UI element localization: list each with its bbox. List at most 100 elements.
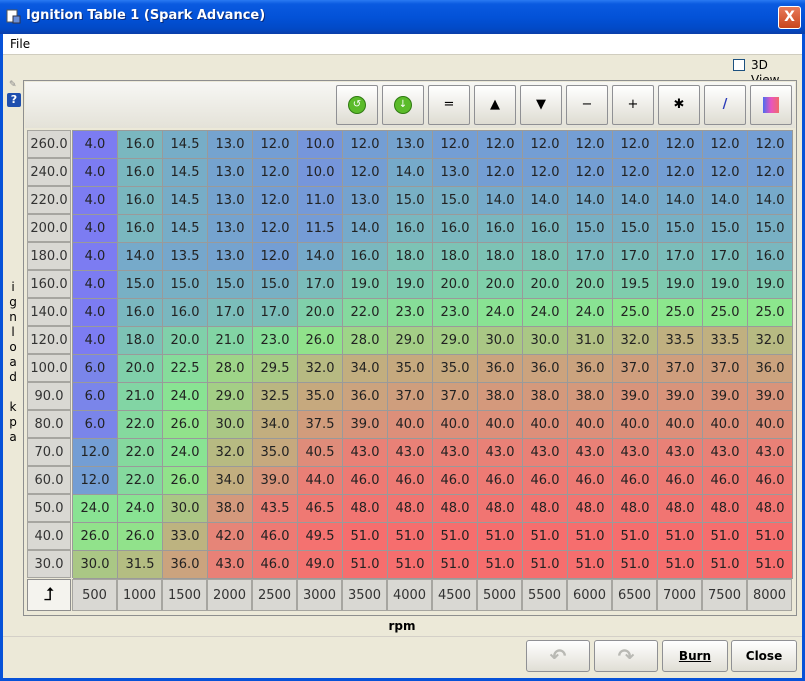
column-header[interactable]: 1500 (162, 579, 207, 611)
table-cell[interactable]: 46.5 (298, 495, 343, 523)
table-cell[interactable]: 35.0 (388, 355, 433, 383)
table-cell[interactable]: 17.0 (298, 271, 343, 299)
table-cell[interactable]: 4.0 (73, 327, 118, 355)
table-cell[interactable]: 48.0 (658, 495, 703, 523)
table-cell[interactable]: 48.0 (478, 495, 523, 523)
column-header[interactable]: 7500 (702, 579, 747, 611)
table-cell[interactable]: 13.0 (208, 215, 253, 243)
table-cell[interactable]: 43.0 (343, 439, 388, 467)
column-header[interactable]: 1000 (117, 579, 162, 611)
table-cell[interactable]: 11.5 (298, 215, 343, 243)
table-cell[interactable]: 31.5 (118, 551, 163, 579)
table-cell[interactable]: 12.0 (253, 159, 298, 187)
table-cell[interactable]: 23.0 (388, 299, 433, 327)
table-cell[interactable]: 19.0 (343, 271, 388, 299)
column-header[interactable]: 8000 (747, 579, 792, 611)
table-cell[interactable]: 40.0 (568, 411, 613, 439)
table-cell[interactable]: 18.0 (118, 327, 163, 355)
table-cell[interactable]: 23.0 (433, 299, 478, 327)
table-cell[interactable]: 43.0 (703, 439, 748, 467)
table-cell[interactable]: 30.0 (208, 411, 253, 439)
table-cell[interactable]: 13.0 (208, 159, 253, 187)
table-cell[interactable]: 37.0 (388, 383, 433, 411)
table-cell[interactable]: 22.0 (118, 467, 163, 495)
table-cell[interactable]: 15.0 (163, 271, 208, 299)
table-cell[interactable]: 39.0 (703, 383, 748, 411)
table-cell[interactable]: 20.0 (118, 355, 163, 383)
redo-green-button[interactable]: ↓ (382, 85, 424, 125)
table-cell[interactable]: 24.0 (478, 299, 523, 327)
multiply-button[interactable]: ✱ (658, 85, 700, 125)
table-cell[interactable]: 48.0 (388, 495, 433, 523)
table-cell[interactable]: 12.0 (478, 131, 523, 159)
table-cell[interactable]: 15.0 (568, 215, 613, 243)
row-header[interactable]: 80.0 (27, 410, 71, 438)
table-cell[interactable]: 22.0 (118, 439, 163, 467)
table-cell[interactable]: 51.0 (748, 523, 793, 551)
column-header[interactable]: 7000 (657, 579, 702, 611)
row-header[interactable]: 60.0 (27, 466, 71, 494)
color-shade-button[interactable] (750, 85, 792, 125)
table-cell[interactable]: 17.0 (703, 243, 748, 271)
table-cell[interactable]: 15.0 (658, 215, 703, 243)
undo-button[interactable]: ↶ (526, 640, 590, 672)
table-cell[interactable]: 16.0 (523, 215, 568, 243)
table-cell[interactable]: 33.5 (658, 327, 703, 355)
table-cell[interactable]: 22.5 (163, 355, 208, 383)
table-cell[interactable]: 32.0 (613, 327, 658, 355)
table-cell[interactable]: 13.0 (208, 243, 253, 271)
table-cell[interactable]: 18.0 (478, 243, 523, 271)
table-cell[interactable]: 17.0 (658, 243, 703, 271)
table-cell[interactable]: 12.0 (613, 159, 658, 187)
table-cell[interactable]: 46.0 (388, 467, 433, 495)
table-cell[interactable]: 18.0 (523, 243, 568, 271)
3d-view-toggle[interactable]: 3D View (733, 58, 799, 87)
table-cell[interactable]: 32.0 (208, 439, 253, 467)
row-header[interactable]: 100.0 (27, 354, 71, 382)
table-cell[interactable]: 16.0 (433, 215, 478, 243)
table-cell[interactable]: 36.0 (343, 383, 388, 411)
table-cell[interactable]: 15.0 (253, 271, 298, 299)
table-cell[interactable]: 18.0 (388, 243, 433, 271)
table-cell[interactable]: 14.0 (658, 187, 703, 215)
table-cell[interactable]: 46.0 (748, 467, 793, 495)
table-cell[interactable]: 46.0 (523, 467, 568, 495)
column-header[interactable]: 500 (72, 579, 117, 611)
table-cell[interactable]: 36.0 (163, 551, 208, 579)
table-cell[interactable]: 16.0 (118, 215, 163, 243)
table-cell[interactable]: 12.0 (523, 131, 568, 159)
table-cell[interactable]: 16.0 (118, 187, 163, 215)
ignition-table-grid[interactable]: 4.0 16.0 14.5 13.0 12.0 10.0 12.0 13.0 12.0 12.0 1… (72, 130, 793, 579)
table-cell[interactable]: 12.0 (253, 187, 298, 215)
table-cell[interactable]: 46.0 (613, 467, 658, 495)
table-cell[interactable]: 16.0 (118, 299, 163, 327)
table-cell[interactable]: 43.0 (388, 439, 433, 467)
table-cell[interactable]: 4.0 (73, 187, 118, 215)
table-cell[interactable]: 36.0 (523, 355, 568, 383)
table-cell[interactable]: 23.0 (253, 327, 298, 355)
table-cell[interactable]: 40.0 (433, 411, 478, 439)
table-cell[interactable]: 26.0 (73, 523, 118, 551)
table-cell[interactable]: 48.0 (613, 495, 658, 523)
table-cell[interactable]: 48.0 (343, 495, 388, 523)
table-cell[interactable]: 16.0 (343, 243, 388, 271)
table-cell[interactable]: 16.0 (118, 131, 163, 159)
row-header[interactable]: 90.0 (27, 382, 71, 410)
table-cell[interactable]: 16.0 (748, 243, 793, 271)
table-cell[interactable]: 40.0 (703, 411, 748, 439)
table-cell[interactable]: 24.0 (163, 439, 208, 467)
table-cell[interactable]: 13.0 (343, 187, 388, 215)
decrease-button[interactable]: ▼ (520, 85, 562, 125)
table-cell[interactable]: 24.0 (118, 495, 163, 523)
table-cell[interactable]: 37.0 (703, 355, 748, 383)
table-cell[interactable]: 12.0 (703, 131, 748, 159)
column-header[interactable]: 6500 (612, 579, 657, 611)
table-cell[interactable]: 40.0 (658, 411, 703, 439)
table-cell[interactable]: 16.0 (118, 159, 163, 187)
table-cell[interactable]: 51.0 (613, 551, 658, 579)
table-cell[interactable]: 19.0 (388, 271, 433, 299)
table-cell[interactable]: 14.0 (523, 187, 568, 215)
table-cell[interactable]: 17.0 (568, 243, 613, 271)
menu-file[interactable]: File (10, 34, 30, 54)
table-cell[interactable]: 43.0 (478, 439, 523, 467)
